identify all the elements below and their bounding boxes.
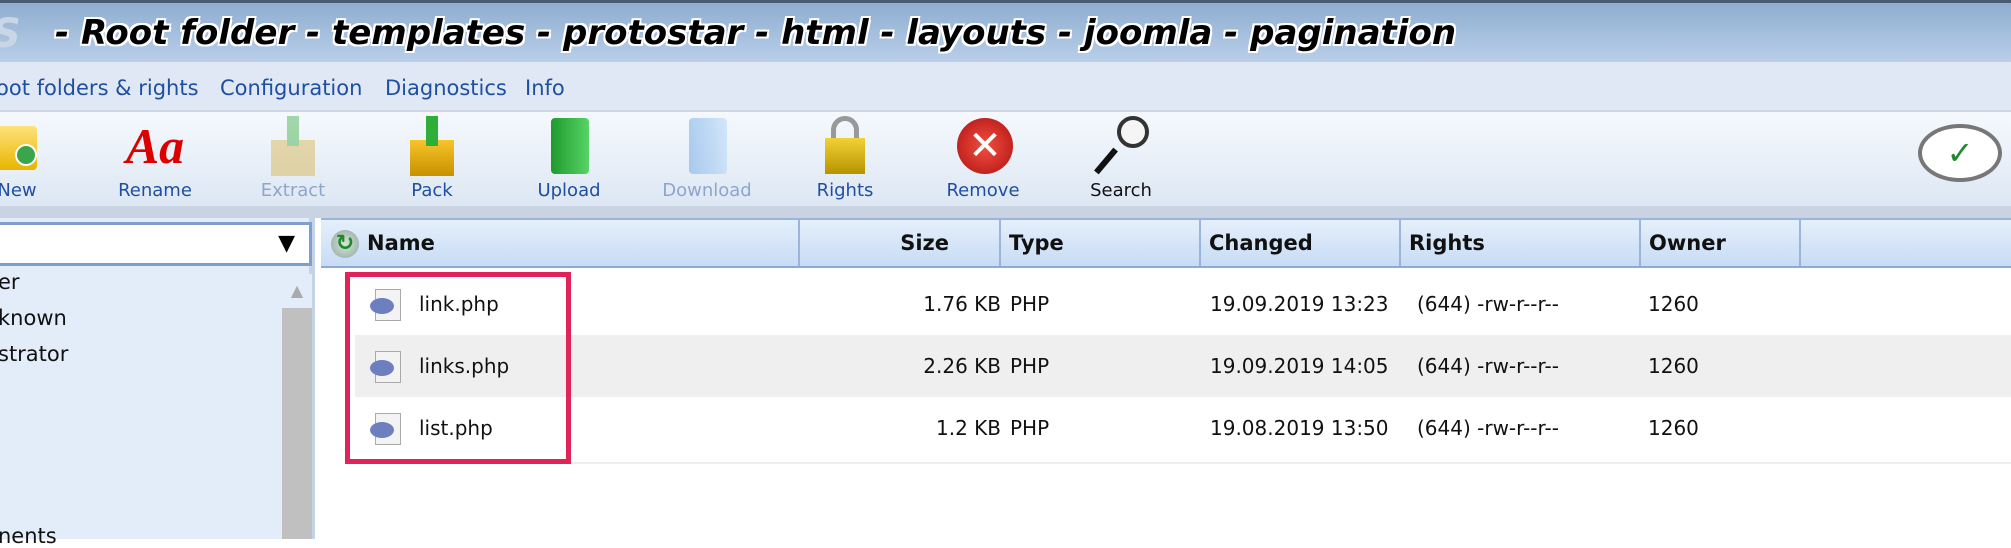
file-owner: 1260 bbox=[1648, 354, 1699, 378]
folder-panel: ▼ er known strator nents ▲ bbox=[0, 218, 315, 548]
tree-item[interactable]: er bbox=[0, 270, 20, 294]
rename-button[interactable]: Aa Rename bbox=[100, 116, 210, 201]
file-type: PHP bbox=[1010, 292, 1050, 316]
file-size: 1.76 KB bbox=[923, 292, 1001, 316]
download-button[interactable]: Download bbox=[652, 116, 762, 201]
remove-icon: ✕ bbox=[951, 116, 1015, 176]
file-list: ↻ Name Size Type Changed Rights Owner li… bbox=[321, 218, 2011, 539]
scrollbar[interactable]: ▲ bbox=[282, 274, 312, 539]
col-name[interactable]: Name bbox=[359, 220, 800, 266]
download-icon bbox=[675, 116, 739, 176]
chevron-down-icon: ▼ bbox=[278, 231, 295, 256]
remove-button[interactable]: ✕ Remove bbox=[928, 116, 1038, 201]
menu-diagnostics[interactable]: Diagnostics bbox=[385, 76, 507, 100]
scroll-up-icon[interactable]: ▲ bbox=[282, 274, 312, 308]
file-changed: 19.09.2019 13:23 bbox=[1210, 292, 1389, 316]
table-header: ↻ Name Size Type Changed Rights Owner bbox=[321, 218, 2011, 268]
highlight-box bbox=[345, 272, 571, 464]
menu-configuration[interactable]: Configuration bbox=[220, 76, 362, 100]
status-check-icon[interactable]: ✓ bbox=[1918, 124, 2002, 182]
pack-icon bbox=[400, 116, 464, 176]
file-type: PHP bbox=[1010, 354, 1050, 378]
new-folder-icon bbox=[0, 116, 49, 176]
file-owner: 1260 bbox=[1648, 292, 1699, 316]
table-row[interactable]: links.php 2.26 KB PHP 19.09.2019 14:05 (… bbox=[355, 335, 2011, 397]
pack-button[interactable]: Pack bbox=[377, 116, 487, 201]
path-title: - Root folder - templates - protostar - … bbox=[55, 13, 1457, 53]
divider bbox=[0, 206, 2011, 218]
file-changed: 19.08.2019 13:50 bbox=[1210, 416, 1389, 440]
file-size: 1.2 KB bbox=[936, 416, 1001, 440]
tree-item[interactable]: nents bbox=[0, 524, 57, 548]
file-rights: (644) -rw-r--r-- bbox=[1417, 416, 1559, 440]
menu-info[interactable]: Info bbox=[525, 76, 565, 100]
file-type: PHP bbox=[1010, 416, 1050, 440]
file-rights: (644) -rw-r--r-- bbox=[1417, 292, 1559, 316]
title-bar: S - Root folder - templates - protostar … bbox=[0, 0, 2011, 62]
search-icon bbox=[1089, 116, 1153, 176]
root-select[interactable]: ▼ bbox=[0, 222, 312, 266]
file-changed: 19.09.2019 14:05 bbox=[1210, 354, 1389, 378]
table-row[interactable]: link.php 1.76 KB PHP 19.09.2019 13:23 (6… bbox=[355, 273, 2011, 335]
menu-root-folders[interactable]: oot folders & rights bbox=[0, 76, 199, 100]
upload-icon bbox=[537, 116, 601, 176]
file-size: 2.26 KB bbox=[923, 354, 1001, 378]
file-owner: 1260 bbox=[1648, 416, 1699, 440]
rights-button[interactable]: Rights bbox=[790, 116, 900, 201]
refresh-icon[interactable]: ↻ bbox=[331, 230, 359, 258]
file-rights: (644) -rw-r--r-- bbox=[1417, 354, 1559, 378]
app-logo: S bbox=[0, 11, 21, 57]
lock-icon bbox=[813, 116, 877, 176]
upload-button[interactable]: Upload bbox=[514, 116, 624, 201]
col-changed[interactable]: Changed bbox=[1201, 220, 1401, 266]
divider bbox=[355, 462, 2011, 464]
tree-item[interactable]: known bbox=[0, 306, 67, 330]
tree-item[interactable]: strator bbox=[0, 342, 68, 366]
extract-button[interactable]: Extract bbox=[238, 116, 348, 201]
col-size[interactable]: Size bbox=[800, 220, 1001, 266]
col-rights[interactable]: Rights bbox=[1401, 220, 1641, 266]
new-button[interactable]: New bbox=[0, 116, 72, 201]
extract-icon bbox=[261, 116, 325, 176]
menu-bar: oot folders & rights Configuration Diagn… bbox=[0, 62, 2011, 112]
table-row[interactable]: list.php 1.2 KB PHP 19.08.2019 13:50 (64… bbox=[355, 397, 2011, 459]
col-owner[interactable]: Owner bbox=[1641, 220, 1801, 266]
col-type[interactable]: Type bbox=[1001, 220, 1201, 266]
toolbar: New Aa Rename Extract Pack Upload Downlo… bbox=[0, 112, 2011, 206]
search-button[interactable]: Search bbox=[1066, 116, 1176, 201]
rename-icon: Aa bbox=[125, 118, 185, 174]
